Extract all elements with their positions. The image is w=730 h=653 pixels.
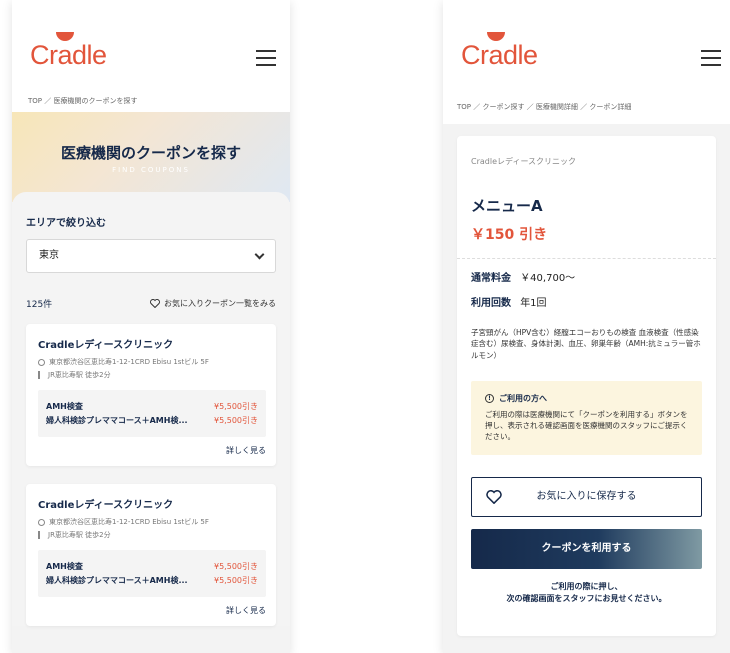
location-pin-icon xyxy=(38,518,45,526)
walking-icon xyxy=(38,371,44,379)
clinic-card[interactable]: Cradleレディースクリニック 東京都渋谷区恵比寿1-12-1CRD Ebis… xyxy=(26,324,276,466)
info-icon: ! xyxy=(485,393,494,403)
coupon-name: AMH検査 xyxy=(46,402,83,411)
notice-title-text: ご利用の方へ xyxy=(499,393,547,403)
heart-icon xyxy=(150,299,160,308)
hamburger-menu-icon[interactable] xyxy=(701,50,721,66)
regular-price-value: ￥40,700〜 xyxy=(520,273,576,284)
regular-price-label: 通常料金 xyxy=(471,273,511,284)
usage-notice: ! ご利用の方へ ご利用の際は医療機関にて「クーポンを利用する」ボタンを押し、表… xyxy=(471,380,702,455)
access-text: JR恵比寿駅 徒歩2分 xyxy=(48,531,111,539)
coupon-list: AMH検査 ¥5,500引き 婦人科検診プレママコース＋AMH検... ¥5,5… xyxy=(38,390,266,437)
logo[interactable]: Cradle xyxy=(461,40,538,71)
menu-title: メニューA xyxy=(471,197,543,215)
coupon-discount: ¥5,500引き xyxy=(214,416,258,425)
clinic-name: Cradleレディースクリニック xyxy=(471,157,577,166)
discount-amount: ￥150 引き xyxy=(471,227,548,243)
page-subtitle: FIND COUPONS xyxy=(112,166,190,174)
coupon-name: 婦人科検診プレママコース＋AMH検... xyxy=(46,576,188,585)
breadcrumb[interactable]: TOP ／ クーポン探す ／ 医療機関詳細 ／ クーポン詳細 xyxy=(443,90,730,124)
use-coupon-button[interactable]: クーポンを利用する xyxy=(471,528,702,569)
coupon-name: AMH検査 xyxy=(46,562,83,571)
save-favorite-button[interactable]: お気に入りに保存する xyxy=(471,476,702,517)
header: Cradle xyxy=(12,0,290,90)
clinic-name: Cradleレディースクリニック xyxy=(38,340,174,351)
coupon-name: 婦人科検診プレママコース＋AMH検... xyxy=(46,416,188,425)
regular-price-row: 通常料金 ￥40,700〜 xyxy=(457,259,716,284)
area-select-value: 東京 xyxy=(39,250,59,261)
usage-count-value: 年1回 xyxy=(520,298,547,309)
coupon-detail-card: Cradleレディースクリニック メニューA ￥150 引き 通常料金 ￥40,… xyxy=(457,136,716,636)
coupon-item[interactable]: AMH検査 ¥5,500引き xyxy=(46,401,258,412)
heart-icon xyxy=(486,489,502,504)
location-pin-icon xyxy=(38,358,45,366)
access-text: JR恵比寿駅 徒歩2分 xyxy=(48,371,111,379)
result-bar: 125件 お気に入りクーポン一覧をみる xyxy=(26,297,276,310)
coupon-discount: ¥5,500引き xyxy=(214,576,258,585)
save-favorite-label: お気に入りに保存する xyxy=(536,490,637,502)
header: Cradle xyxy=(443,0,730,90)
area-filter-label: エリアで絞り込む xyxy=(26,218,106,229)
use-note-line-2: 次の確認画面をスタッフにお見せください。 xyxy=(506,593,667,603)
coupon-detail-screen: Cradle TOP ／ クーポン探す ／ 医療機関詳細 ／ クーポン詳細 Cr… xyxy=(443,0,730,653)
clinic-access: JR恵比寿駅 徒歩2分 xyxy=(38,530,266,540)
coupon-list: AMH検査 ¥5,500引き 婦人科検診プレママコース＋AMH検... ¥5,5… xyxy=(38,550,266,597)
coupon-item[interactable]: 婦人科検診プレママコース＋AMH検... ¥5,500引き xyxy=(46,575,258,586)
usage-count-label: 利用回数 xyxy=(471,298,511,309)
detail-link[interactable]: 詳しく見る xyxy=(38,445,266,456)
hero-banner: 医療機関のクーポンを探す FIND COUPONS xyxy=(12,112,290,202)
clinic-access: JR恵比寿駅 徒歩2分 xyxy=(38,370,266,380)
use-coupon-note: ご利用の際に押し、 次の確認画面をスタッフにお見せください。 xyxy=(457,581,716,605)
detail-link[interactable]: 詳しく見る xyxy=(38,605,266,616)
chevron-down-icon xyxy=(254,249,265,260)
address-text: 東京都渋谷区恵比寿1-12-1CRD Ebisu 1stビル 5F xyxy=(49,358,209,366)
page-title: 医療機関のクーポンを探す xyxy=(60,144,241,162)
clinic-card[interactable]: Cradleレディースクリニック 東京都渋谷区恵比寿1-12-1CRD Ebis… xyxy=(26,484,276,626)
address-text: 東京都渋谷区恵比寿1-12-1CRD Ebisu 1stビル 5F xyxy=(49,518,209,526)
coupon-search-screen: Cradle TOP ／ 医療機関のクーポンを探す 医療機関のクーポンを探す F… xyxy=(12,0,290,653)
usage-count-row: 利用回数 年1回 xyxy=(457,284,716,309)
area-select[interactable]: 東京 xyxy=(26,239,276,273)
coupon-item[interactable]: 婦人科検診プレママコース＋AMH検... ¥5,500引き xyxy=(46,415,258,426)
notice-title: ! ご利用の方へ xyxy=(485,393,688,404)
use-note-line-1: ご利用の際に押し、 xyxy=(550,581,623,591)
logo[interactable]: Cradle xyxy=(30,40,107,71)
clinic-address: 東京都渋谷区恵比寿1-12-1CRD Ebisu 1stビル 5F xyxy=(38,517,266,527)
coupon-item[interactable]: AMH検査 ¥5,500引き xyxy=(46,561,258,572)
favorite-coupons-label: お気に入りクーポン一覧をみる xyxy=(164,299,276,308)
result-count: 125件 xyxy=(26,300,53,310)
breadcrumb[interactable]: TOP ／ 医療機関のクーポンを探す xyxy=(12,90,290,112)
coupon-discount: ¥5,500引き xyxy=(214,562,258,571)
coupon-discount: ¥5,500引き xyxy=(214,402,258,411)
notice-text: ご利用の際は医療機関にて「クーポンを利用する」ボタンを押し、表示される確認画面を… xyxy=(485,409,688,442)
search-panel: エリアで絞り込む 東京 125件 お気に入りクーポン一覧をみる Cradleレデ… xyxy=(12,192,290,626)
walking-icon xyxy=(38,531,44,539)
favorite-coupons-link[interactable]: お気に入りクーポン一覧をみる xyxy=(150,298,276,309)
menu-description: 子宮頸がん（HPV含む）経膣エコーおりもの検査 血液検査（性感染症含む）尿検査、… xyxy=(471,328,701,360)
clinic-address: 東京都渋谷区恵比寿1-12-1CRD Ebisu 1stビル 5F xyxy=(38,357,266,367)
hamburger-menu-icon[interactable] xyxy=(256,50,276,66)
clinic-name: Cradleレディースクリニック xyxy=(38,500,174,511)
